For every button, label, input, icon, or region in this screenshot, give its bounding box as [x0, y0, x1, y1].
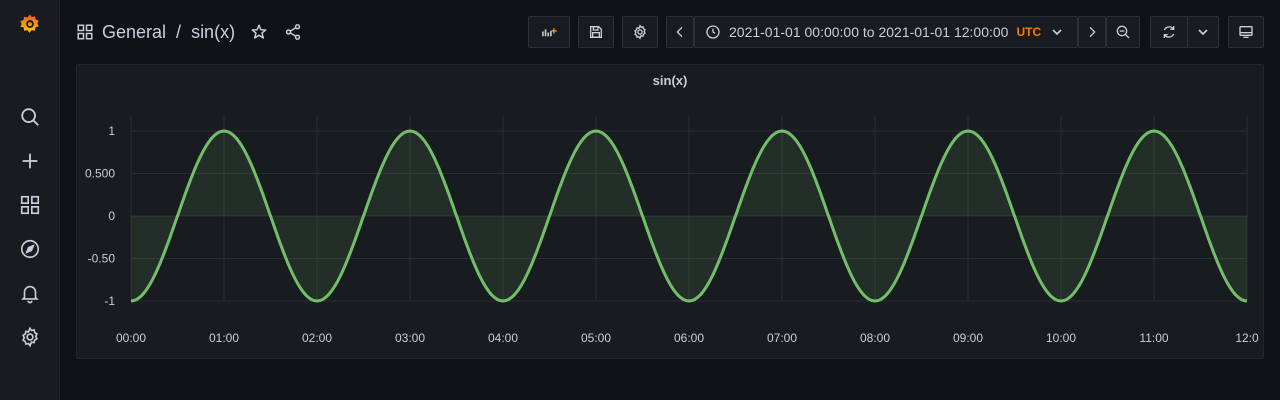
breadcrumb: General / sin(x): [76, 20, 235, 44]
x-tick-label: 05:00: [581, 331, 611, 345]
x-tick-label: 00:00: [116, 331, 146, 345]
dashboards-icon[interactable]: [18, 193, 42, 217]
x-tick-label: 02:00: [302, 331, 332, 345]
refresh-button[interactable]: [1150, 16, 1188, 48]
add-panel-button[interactable]: [528, 16, 570, 48]
plus-icon[interactable]: [18, 149, 42, 173]
x-tick-label: 10:00: [1046, 331, 1076, 345]
time-range-picker[interactable]: 2021-01-01 00:00:00 to 2021-01-01 12:00:…: [694, 16, 1078, 48]
x-tick-label: 07:00: [767, 331, 797, 345]
breadcrumb-separator: /: [176, 21, 182, 42]
x-tick-label: 06:00: [674, 331, 704, 345]
gear-icon[interactable]: [18, 325, 42, 349]
x-tick-label: 11:00: [1139, 331, 1168, 345]
y-tick-label: -1: [104, 294, 115, 308]
sidebar: [0, 0, 60, 400]
sin-chart: 1 0.500 0 -0.50 -1 00:00 01:00 02:00 03:00 04:00…: [85, 115, 1259, 345]
add-panel-icon: [541, 24, 557, 40]
time-range-label: 2021-01-01 00:00:00 to 2021-01-01 12:00:…: [729, 24, 1009, 40]
chevron-down-icon: [1049, 24, 1065, 40]
settings-icon: [632, 24, 648, 40]
y-tick-label: 1: [108, 124, 115, 138]
share-icon[interactable]: [281, 20, 305, 44]
save-icon: [588, 24, 604, 40]
dashboard-grid-icon: [76, 23, 94, 41]
chevron-right-icon: [1084, 24, 1100, 40]
x-tick-label: 03:00: [395, 331, 425, 345]
grafana-logo-icon[interactable]: [18, 12, 42, 36]
time-shift-forward-button[interactable]: [1078, 16, 1106, 48]
x-tick-label: 12:0: [1235, 331, 1259, 345]
star-icon[interactable]: [247, 20, 271, 44]
x-tick-label: 08:00: [860, 331, 890, 345]
x-tick-label: 04:00: [488, 331, 518, 345]
alert-bell-icon[interactable]: [18, 281, 42, 305]
zoom-out-button[interactable]: [1106, 16, 1140, 48]
x-tick-label: 09:00: [953, 331, 983, 345]
save-button[interactable]: [578, 16, 614, 48]
y-tick-label: -0.50: [88, 252, 116, 266]
settings-button[interactable]: [622, 16, 658, 48]
dashboard-title[interactable]: sin(x): [191, 22, 235, 43]
dashboard-header: General / sin(x) 2021-01-01 00:00:00 to …: [60, 0, 1280, 64]
zoom-out-icon: [1115, 24, 1131, 40]
y-tick-label: 0.500: [85, 167, 115, 181]
tv-icon: [1238, 24, 1254, 40]
refresh-interval-dropdown[interactable]: [1187, 16, 1219, 48]
time-shift-back-button[interactable]: [666, 16, 694, 48]
chevron-left-icon: [672, 24, 688, 40]
timezone-badge: UTC: [1016, 25, 1042, 39]
search-icon[interactable]: [18, 105, 42, 129]
refresh-icon: [1161, 24, 1177, 40]
clock-icon: [705, 24, 721, 40]
y-tick-label: 0: [108, 209, 115, 223]
explore-icon[interactable]: [18, 237, 42, 261]
x-tick-label: 01:00: [209, 331, 239, 345]
breadcrumb-folder[interactable]: General: [102, 22, 166, 43]
graph-panel[interactable]: sin(x) 1 0.500 0 -0.50 -1 00:00 01:00 02:00 03:…: [76, 64, 1264, 359]
chevron-down-icon: [1195, 24, 1211, 40]
tv-mode-button[interactable]: [1228, 16, 1264, 48]
